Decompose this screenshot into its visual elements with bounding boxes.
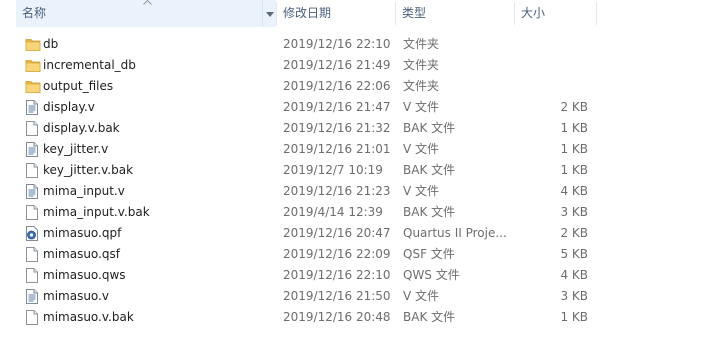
column-header-date-label: 修改日期 [283,6,332,20]
file-type: V 文件 [403,100,440,114]
file-modified-date: 2019/12/16 21:50 [283,289,391,303]
folder-icon [25,58,41,73]
file-type: BAK 文件 [403,310,456,324]
file-modified-date: 2019/4/14 12:39 [283,205,383,219]
file-name: db [43,37,59,51]
blank-file-icon [25,247,39,262]
file-size: 3 KB [560,205,588,219]
file-row[interactable]: incremental_db 2019/12/16 21:49 文件夹 [0,55,703,76]
column-filter-dropdown-button[interactable] [262,0,276,27]
file-size: 1 KB [560,163,588,177]
file-modified-date: 2019/12/16 21:23 [283,184,391,198]
file-name: mima_input.v [43,184,125,198]
file-name: key_jitter.v [43,142,109,156]
file-name: mimasuo.qsf [43,247,120,261]
text-file-icon [25,100,39,115]
file-size: 4 KB [560,184,588,198]
file-name: key_jitter.v.bak [43,163,134,177]
file-name: mimasuo.qpf [43,226,122,240]
file-type: V 文件 [403,289,440,303]
text-file-icon [25,289,39,304]
quartus-project-icon [25,226,39,241]
file-type: BAK 文件 [403,163,456,177]
file-row[interactable]: db 2019/12/16 22:10 文件夹 [0,34,703,55]
file-modified-date: 2019/12/16 21:49 [283,58,391,72]
file-name: display.v.bak [43,121,120,135]
column-header-size[interactable]: 大小 [515,0,595,27]
file-modified-date: 2019/12/16 22:10 [283,37,391,51]
column-header-type-label: 类型 [402,6,427,20]
file-size: 2 KB [560,226,588,240]
file-name: display.v [43,100,95,114]
file-row[interactable]: mimasuo.v.bak 2019/12/16 20:48 BAK 文件 1 KB [0,307,703,328]
column-header-type[interactable]: 类型 [396,0,514,27]
file-row[interactable]: display.v.bak 2019/12/16 21:32 BAK 文件 1 KB [0,118,703,139]
file-row[interactable]: mima_input.v 2019/12/16 21:23 V 文件 4 KB [0,181,703,202]
file-type: QSF 文件 [403,247,455,261]
file-type: BAK 文件 [403,121,456,135]
file-modified-date: 2019/12/16 22:09 [283,247,391,261]
file-name: output_files [43,79,114,93]
file-name: incremental_db [43,58,136,72]
sort-ascending-icon [143,0,152,6]
file-size: 2 KB [560,100,588,114]
file-row[interactable]: display.v 2019/12/16 21:47 V 文件 2 KB [0,97,703,118]
file-type: V 文件 [403,184,440,198]
file-modified-date: 2019/12/16 21:47 [283,100,391,114]
file-modified-date: 2019/12/16 21:01 [283,142,391,156]
column-header-size-label: 大小 [521,6,546,20]
file-size: 5 KB [560,247,588,261]
file-name: mimasuo.qws [43,268,126,282]
file-modified-date: 2019/12/16 22:10 [283,268,391,282]
column-divider[interactable] [596,2,597,25]
file-row[interactable]: mimasuo.qws 2019/12/16 22:10 QWS 文件 4 KB [0,265,703,286]
column-header-name[interactable]: 名称 [16,0,262,27]
file-modified-date: 2019/12/7 10:19 [283,163,383,177]
column-header-date[interactable]: 修改日期 [277,0,395,27]
file-row[interactable]: mimasuo.qpf 2019/12/16 20:47 Quartus II Pr… [0,223,703,244]
blank-file-icon [25,121,39,136]
file-list: db 2019/12/16 22:10 文件夹 incremental_db 2019/… [0,34,703,328]
file-size: 1 KB [560,121,588,135]
file-type: V 文件 [403,142,440,156]
file-type: BAK 文件 [403,205,456,219]
file-row[interactable]: key_jitter.v.bak 2019/12/7 10:19 BAK 文件 1 K… [0,160,703,181]
file-row[interactable]: mima_input.v.bak 2019/4/14 12:39 BAK 文件 3 K… [0,202,703,223]
file-modified-date: 2019/12/16 20:48 [283,310,391,324]
blank-file-icon [25,205,39,220]
file-row[interactable]: output_files 2019/12/16 22:06 文件夹 [0,76,703,97]
blank-file-icon [25,163,39,178]
column-header-bar: 名称 修改日期 类型 大小 [0,0,703,27]
blank-file-icon [25,310,39,325]
file-size: 4 KB [560,268,588,282]
file-type: QWS 文件 [403,268,460,282]
file-name: mimasuo.v.bak [43,310,134,324]
column-header-name-label: 名称 [22,6,47,20]
file-row[interactable]: key_jitter.v 2019/12/16 21:01 V 文件 1 KB [0,139,703,160]
file-type: 文件夹 [403,37,440,51]
file-name: mimasuo.v [43,289,109,303]
file-row[interactable]: mimasuo.v 2019/12/16 21:50 V 文件 3 KB [0,286,703,307]
file-size: 1 KB [560,142,588,156]
file-modified-date: 2019/12/16 20:47 [283,226,391,240]
chevron-down-icon [266,12,274,17]
file-type: Quartus II Proje... [403,226,507,240]
text-file-icon [25,184,39,199]
folder-icon [25,37,41,52]
file-type: 文件夹 [403,58,440,72]
file-modified-date: 2019/12/16 22:06 [283,79,391,93]
blank-file-icon [25,268,39,283]
text-file-icon [25,142,39,157]
file-modified-date: 2019/12/16 21:32 [283,121,391,135]
file-row[interactable]: mimasuo.qsf 2019/12/16 22:09 QSF 文件 5 KB [0,244,703,265]
file-name: mima_input.v.bak [43,205,150,219]
file-size: 1 KB [560,310,588,324]
folder-icon [25,79,41,94]
file-size: 3 KB [560,289,588,303]
file-type: 文件夹 [403,79,440,93]
